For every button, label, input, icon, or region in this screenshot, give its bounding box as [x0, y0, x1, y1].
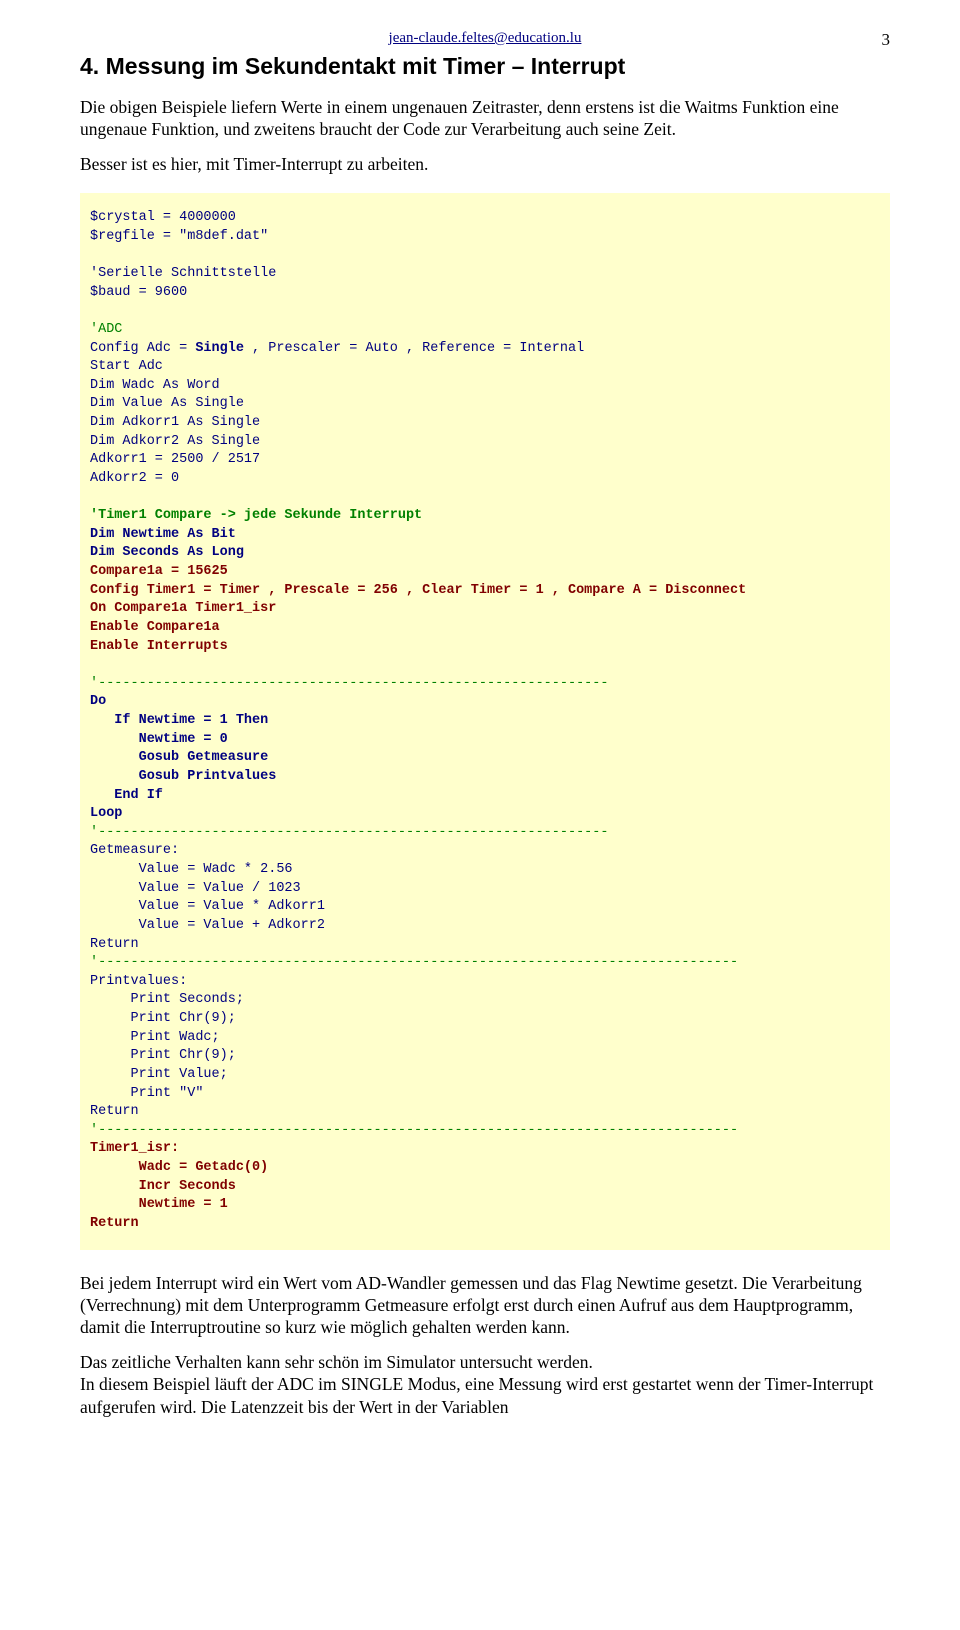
code-line: Dim Wadc As Word: [90, 378, 220, 393]
code-line-sep: '---------------------------------------…: [90, 955, 738, 970]
code-line: Return: [90, 937, 139, 952]
code-block: $crystal = 4000000 $regfile = "m8def.dat…: [80, 193, 890, 1249]
code-line: $regfile = "m8def.dat": [90, 229, 268, 244]
code-line: Dim Value As Single: [90, 396, 244, 411]
code-line-comment: 'ADC: [90, 322, 122, 337]
code-line: Do: [90, 694, 106, 709]
footer-paragraph-2: Das zeitliche Verhalten kann sehr schön …: [80, 1351, 890, 1373]
code-line: Print Value;: [90, 1067, 228, 1082]
code-line: Value = Value * Adkorr1: [90, 899, 325, 914]
code-line: Adkorr2 = 0: [90, 471, 179, 486]
code-line: Dim Seconds As Long: [90, 545, 244, 560]
code-line: Gosub Printvalues: [90, 769, 276, 784]
code-line: Loop: [90, 806, 122, 821]
code-line: Newtime = 0: [90, 732, 228, 747]
code-line: Dim Adkorr1 As Single: [90, 415, 260, 430]
code-line: Return: [90, 1104, 139, 1119]
code-line: Wadc = Getadc(0): [90, 1160, 268, 1175]
code-line: Compare1a = 15625: [90, 564, 228, 579]
code-line: Print Wadc;: [90, 1030, 220, 1045]
code-line: Print Chr(9);: [90, 1048, 236, 1063]
code-line-comment: 'Timer1 Compare -> jede Sekunde Interrup…: [90, 508, 422, 523]
code-line: Value = Wadc * 2.56: [90, 862, 293, 877]
code-line: Gosub Getmeasure: [90, 750, 268, 765]
section-heading: 4. Messung im Sekundentakt mit Timer – I…: [80, 53, 890, 80]
code-line: If Newtime = 1 Then: [90, 713, 268, 728]
code-line: Enable Interrupts: [90, 639, 228, 654]
document-page: jean-claude.feltes@education.lu 3 4. Mes…: [0, 0, 960, 1630]
code-line: Newtime = 1: [90, 1197, 228, 1212]
code-line: Return: [90, 1216, 139, 1231]
code-line-sep: '---------------------------------------…: [90, 825, 608, 840]
code-line: Config Timer1 = Timer , Prescale = 256 ,…: [90, 583, 746, 598]
footer-paragraph-3: In diesem Beispiel läuft der ADC im SING…: [80, 1373, 890, 1418]
intro-paragraph-1: Die obigen Beispiele liefern Werte in ei…: [80, 96, 890, 141]
code-line: $baud = 9600: [90, 285, 187, 300]
code-line: Adkorr1 = 2500 / 2517: [90, 452, 260, 467]
code-line: Start Adc: [90, 359, 163, 374]
code-line: 'Serielle Schnittstelle: [90, 266, 276, 281]
code-line: Print "V": [90, 1086, 203, 1101]
code-line: $crystal = 4000000: [90, 210, 236, 225]
code-line: Enable Compare1a: [90, 620, 220, 635]
code-line: Printvalues:: [90, 974, 187, 989]
page-number: 3: [882, 30, 891, 50]
header-email-link[interactable]: jean-claude.feltes@education.lu: [80, 30, 890, 47]
code-line: Config Adc = Single , Prescaler = Auto ,…: [90, 341, 584, 356]
code-line: End If: [90, 788, 163, 803]
code-line-sep: '---------------------------------------…: [90, 676, 608, 691]
footer-paragraph-1: Bei jedem Interrupt wird ein Wert vom AD…: [80, 1272, 890, 1339]
code-line: Dim Newtime As Bit: [90, 527, 236, 542]
code-line: Dim Adkorr2 As Single: [90, 434, 260, 449]
code-line: Value = Value / 1023: [90, 881, 301, 896]
code-line: Print Chr(9);: [90, 1011, 236, 1026]
code-line: Print Seconds;: [90, 992, 244, 1007]
intro-paragraph-2: Besser ist es hier, mit Timer-Interrupt …: [80, 153, 890, 175]
code-line-sep: '---------------------------------------…: [90, 1123, 738, 1138]
code-line: Getmeasure:: [90, 843, 179, 858]
code-line: On Compare1a Timer1_isr: [90, 601, 276, 616]
code-line: Value = Value + Adkorr2: [90, 918, 325, 933]
code-line: Incr Seconds: [90, 1179, 236, 1194]
code-line: Timer1_isr:: [90, 1141, 179, 1156]
